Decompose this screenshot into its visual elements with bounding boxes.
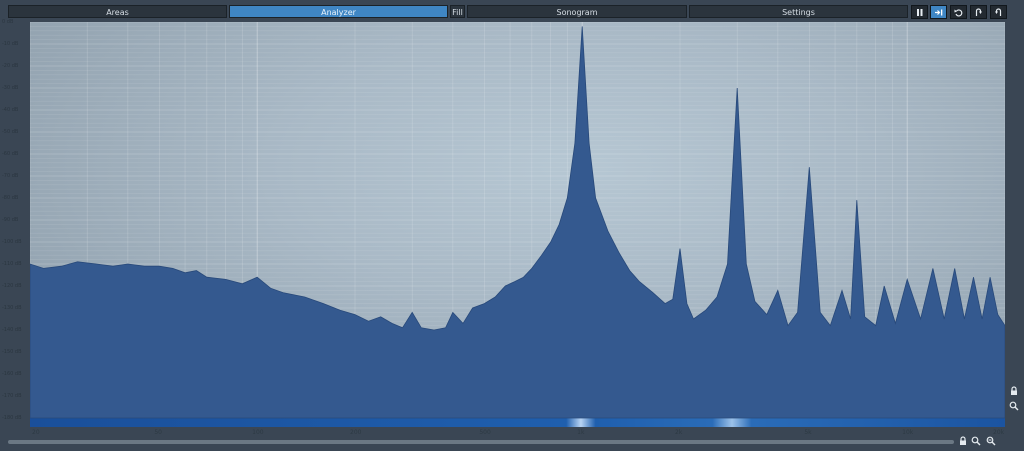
y-tick-label: -30 dB [2, 85, 19, 91]
lock-icon[interactable] [1009, 386, 1019, 396]
freeze-icon [935, 9, 943, 15]
y-tick-label: -130 dB [2, 305, 22, 311]
level-bar [30, 418, 1005, 427]
redo-button[interactable] [970, 5, 987, 19]
freeze-button[interactable] [930, 5, 947, 19]
y-tick-label: -120 dB [2, 283, 22, 289]
y-tick-label: -150 dB [2, 349, 22, 355]
reset-icon [995, 7, 1002, 16]
x-tick-label: 500 [479, 429, 491, 436]
y-tick-label: -80 dB [2, 195, 19, 201]
y-tick-label: -50 dB [2, 129, 19, 135]
x-tick-label: 1k [577, 429, 585, 436]
y-tick-label: -180 dB [2, 415, 22, 421]
pause-icon [917, 8, 923, 16]
y-tick-label: -140 dB [2, 327, 22, 333]
x-tick-label: 200 [350, 429, 362, 436]
y-tick-label: -20 dB [2, 63, 19, 69]
tab-areas[interactable]: Areas [8, 5, 227, 18]
y-tick-label: -90 dB [2, 217, 19, 223]
x-tick-label: 20 [32, 429, 40, 436]
y-tick-label: -10 dB [2, 41, 19, 47]
undo-icon [954, 8, 963, 16]
x-tick-label: 50 [154, 429, 162, 436]
reset-button[interactable] [990, 5, 1007, 19]
y-tick-label: -70 dB [2, 173, 19, 179]
tab-analyzer[interactable]: Analyzer [229, 5, 448, 18]
redo-icon [975, 7, 982, 16]
y-tick-label: -40 dB [2, 107, 19, 113]
spectrum-area [30, 26, 1005, 419]
zoom-icon[interactable] [1009, 401, 1019, 411]
bottom-lock-icon[interactable] [958, 436, 968, 446]
spectrum-chart [30, 22, 1005, 427]
x-tick-label: 100 [252, 429, 264, 436]
y-tick-label: -100 dB [2, 239, 22, 245]
bottom-zoom-out-icon[interactable] [986, 436, 996, 446]
pause-button[interactable] [911, 5, 928, 19]
y-tick-label: 0 dB [2, 19, 14, 25]
spectrum-plot[interactable] [30, 22, 1005, 427]
y-tick-label: -110 dB [2, 261, 22, 267]
bottom-zoom-icon[interactable] [971, 436, 981, 446]
tab-settings[interactable]: Settings [689, 5, 908, 18]
y-tick-label: -170 dB [2, 393, 22, 399]
tab-sonogram[interactable]: Sonogram [467, 5, 687, 18]
x-tick-label: 2k [675, 429, 683, 436]
y-tick-label: -60 dB [2, 151, 19, 157]
x-tick-label: 20k [993, 429, 1005, 436]
y-tick-label: -160 dB [2, 371, 22, 377]
x-tick-label: 5k [804, 429, 812, 436]
undo-button[interactable] [950, 5, 967, 19]
horizontal-scrollbar[interactable] [8, 440, 954, 444]
tab-fill[interactable]: Fill [450, 5, 465, 18]
x-tick-label: 10k [902, 429, 914, 436]
